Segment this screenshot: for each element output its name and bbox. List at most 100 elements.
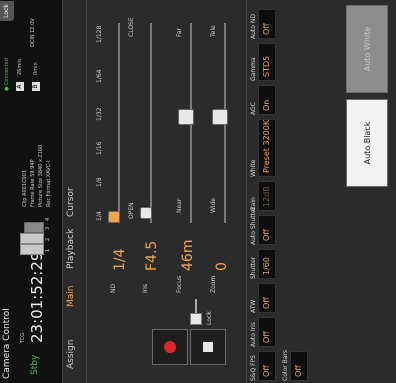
media-b-label: B [32,84,39,89]
gain-field[interactable]: 12dB [258,181,276,211]
zoom-label: Zoom [210,275,217,293]
stop-button[interactable] [190,329,226,365]
nd-slider-track[interactable] [118,23,120,223]
media-a-badge: A [16,82,24,91]
gain-label: Gain [250,197,257,211]
connection-status: ● Connected [4,58,10,91]
media-bar-1 [20,244,44,255]
camera-control-screen: Camera Control Stby TCG 23:01:52:29 1 2 … [0,0,396,383]
stop-icon [203,342,213,352]
clip-name: Clip A001C001 [22,169,28,207]
gamma-value: STD5 [262,55,271,77]
auto-iris-label: Auto Iris [250,322,257,347]
nd-scale-3: 1/16 [96,141,103,155]
focus-far-label: Far [176,27,183,37]
app-title: Camera Control [2,308,12,379]
tab-main[interactable]: Main [66,286,76,308]
tab-underline [86,0,87,383]
slot-2-label: 2 [45,237,51,241]
zoom-value[interactable]: 0 [214,262,230,271]
lock-switch[interactable] [190,297,202,325]
auto-nd-label: Auto ND [250,14,257,39]
sq-fps-value: Off [262,365,271,377]
auto-black-button[interactable]: Auto Black [346,99,388,187]
tab-playback[interactable]: Playback [66,229,76,269]
nd-value[interactable]: 1/4 [112,248,128,271]
frame-rate: Frame Rate 59.94P [30,159,36,207]
media-a-time: 26min [17,59,23,75]
lock-switch-track [195,299,197,313]
auto-shutter-label: Auto Shutter [250,206,257,245]
nd-scale-2: 1/8 [96,177,103,187]
atw-value: Off [262,297,271,309]
white-value: Preset 3200K [262,119,271,173]
media-bar-3 [24,222,44,233]
color-bars-value: Off [294,365,303,377]
sq-fps-label: S&Q FPS [250,355,257,381]
auto-shutter-field[interactable]: Off [258,215,276,245]
tab-bar: Assign Main Playback Cursor [62,0,84,369]
nd-scale-4: 1/32 [96,107,103,121]
auto-nd-value: Off [262,23,271,35]
nd-scale-6: 1/128 [96,25,103,43]
auto-black-label: Auto Black [362,121,372,165]
auto-white-button[interactable]: Auto White [346,5,388,93]
auto-white-label: Auto White [362,26,372,72]
nd-slider-thumb[interactable] [108,211,120,223]
color-bars-label: Color Bars [282,350,289,381]
timecode: 23:01:52:29 [28,251,46,343]
iris-slider-track[interactable] [150,23,152,223]
media-slot-panel: 1 2 3 4 [20,215,56,255]
agc-field[interactable]: On [258,85,276,115]
iris-close-label: CLOSE [128,17,135,37]
focus-near-label: Near [176,198,183,213]
sq-fps-field[interactable]: Off [258,351,276,381]
lock-button[interactable]: Lock [0,1,14,21]
auto-nd-field[interactable]: Off [258,9,276,39]
zoom-tele-label: Tele [210,25,217,37]
zoom-wide-label: Wide [210,198,217,213]
iris-value[interactable]: F4.5 [144,241,160,271]
auto-shutter-value: Off [262,229,271,241]
nd-scale-1: 1/4 [96,211,103,221]
tab-cursor[interactable]: Cursor [66,187,76,217]
color-bars-field[interactable]: Off [290,351,308,381]
focus-label: Focus [176,275,183,293]
gamma-field[interactable]: STD5 [258,43,276,81]
gain-value: 12dB [262,186,271,207]
slot-1-label: 1 [45,248,51,252]
atw-field[interactable]: Off [258,283,276,313]
auto-iris-field[interactable]: Off [258,317,276,347]
rec-format: Rec Format XAVC-I [46,160,52,207]
gamma-label: Gamma [250,57,257,81]
slot-4-label: 4 [45,217,51,221]
record-button[interactable] [152,329,188,365]
standby-state: Stby [30,354,40,375]
iris-label: Iris [142,283,149,293]
atw-label: ATW [250,299,257,313]
lock-switch-label: Lock [206,311,213,325]
focus-slider-thumb[interactable] [178,109,194,125]
auto-iris-value: Off [262,331,271,343]
media-b-badge: B [32,82,40,91]
status-bar: Camera Control Stby TCG 23:01:52:29 1 2 … [0,0,63,383]
tcg-label: TCG [20,332,26,343]
iris-open-label: OPEN [128,202,135,219]
agc-value: On [262,99,271,111]
params-divider [246,0,247,383]
shutter-label: Shutter [250,256,257,279]
media-b-time: 0min [33,62,39,75]
zoom-slider-thumb[interactable] [212,109,228,125]
shutter-field[interactable]: 1/60 [258,249,276,279]
tab-assign[interactable]: Assign [66,340,76,369]
picture-size: Picture Size 3840 x 2160 [38,144,44,207]
record-icon [164,341,176,353]
focus-value[interactable]: 46m [180,240,196,271]
agc-label: AGC [250,102,257,115]
shutter-value: 1/60 [262,257,271,275]
iris-slider-thumb[interactable] [140,207,152,219]
white-label: White [250,159,257,177]
media-a-label: A [16,84,23,89]
white-field[interactable]: Preset 3200K [258,119,276,177]
nd-label: ND [110,283,117,293]
